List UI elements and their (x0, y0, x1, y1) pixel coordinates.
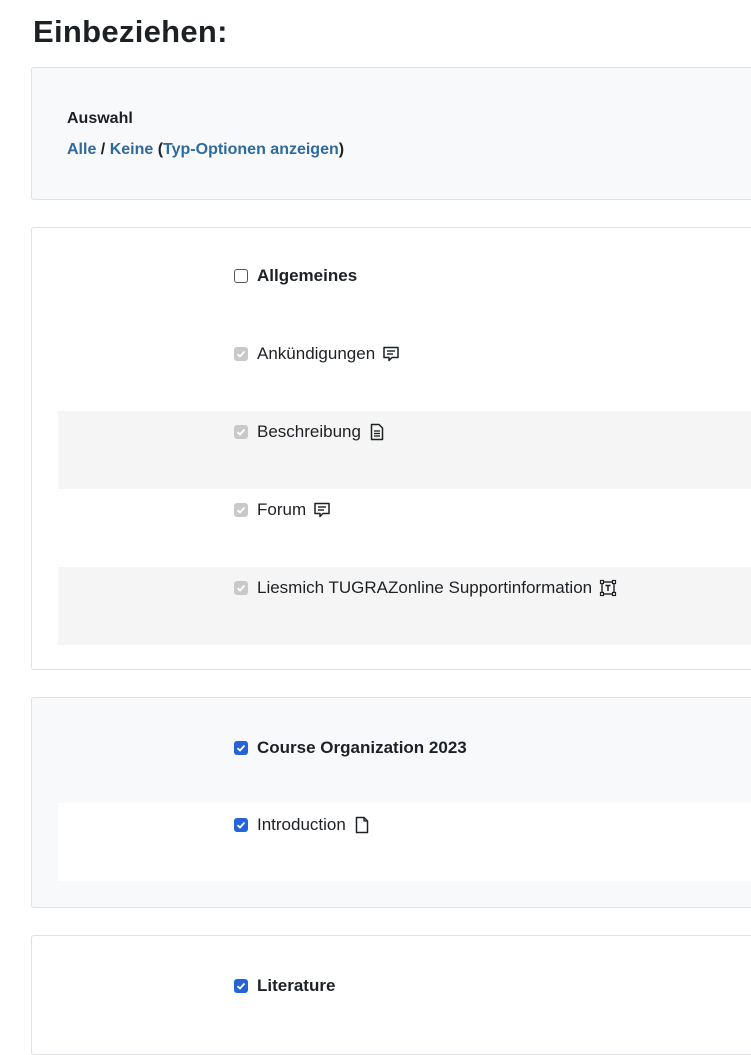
paren-close-text: ) (338, 141, 345, 158)
activity-label-description: Beschreibung (257, 422, 361, 441)
section-checkbox-course-organization[interactable] (234, 741, 248, 755)
page-title: Einbeziehen: (33, 14, 228, 49)
section-header-general[interactable]: Allgemeines (234, 266, 357, 286)
activity-row-bg (58, 803, 751, 881)
show-type-options-link[interactable]: Typ-Optionen anzeigen (163, 141, 339, 158)
activity-checkbox-readme[interactable] (234, 581, 248, 595)
activity-label-readme: Liesmich TUGRAZonline Supportinformation (257, 578, 593, 597)
activity-row-introduction[interactable]: Introduction (234, 815, 372, 835)
separator-text: / (96, 141, 110, 158)
section-checkbox-general[interactable] (234, 269, 248, 283)
select-all-link[interactable]: Alle (67, 141, 96, 158)
section-label-literature: Literature (257, 976, 336, 995)
page-icon (367, 422, 387, 442)
activity-checkbox-description[interactable] (234, 425, 248, 439)
activity-checkbox-announcements[interactable] (234, 347, 248, 361)
activity-row-forum[interactable]: Forum (234, 500, 332, 520)
activity-label-announcements: Ankündigungen (257, 344, 376, 363)
activity-checkbox-forum[interactable] (234, 503, 248, 517)
section-header-literature[interactable]: Literature (234, 976, 335, 996)
section-checkbox-literature[interactable] (234, 979, 248, 993)
section-panel-literature: Literature (31, 935, 751, 1055)
select-none-link[interactable]: Keine (110, 141, 154, 158)
selection-links: Alle / Keine (Typ-Optionen anzeigen) (67, 141, 344, 159)
activity-row-readme[interactable]: Liesmich TUGRAZonline Supportinformation (234, 578, 618, 598)
selection-label: Auswahl (67, 110, 133, 127)
activity-label-forum: Forum (257, 500, 307, 519)
activity-row-description[interactable]: Beschreibung (234, 422, 387, 442)
forum-icon (312, 500, 332, 520)
activity-row-bg (58, 411, 751, 489)
activity-checkbox-introduction[interactable] (234, 818, 248, 832)
activity-row-announcements[interactable]: Ankündigungen (234, 344, 401, 364)
section-label-general: Allgemeines (257, 266, 358, 285)
label-icon (598, 578, 618, 598)
section-panel-course-organization: Course Organization 2023 Introduction (31, 697, 751, 908)
forum-icon (381, 344, 401, 364)
paren-open-text: ( (153, 141, 164, 158)
selection-panel: Auswahl Alle / Keine (Typ-Optionen anzei… (31, 67, 751, 200)
file-icon (352, 815, 372, 835)
activity-label-introduction: Introduction (257, 815, 346, 834)
section-label-course-organization: Course Organization 2023 (257, 738, 467, 757)
section-panel-general: Allgemeines Ankündigungen Beschreibung F… (31, 227, 751, 670)
section-header-course-organization[interactable]: Course Organization 2023 (234, 738, 467, 758)
